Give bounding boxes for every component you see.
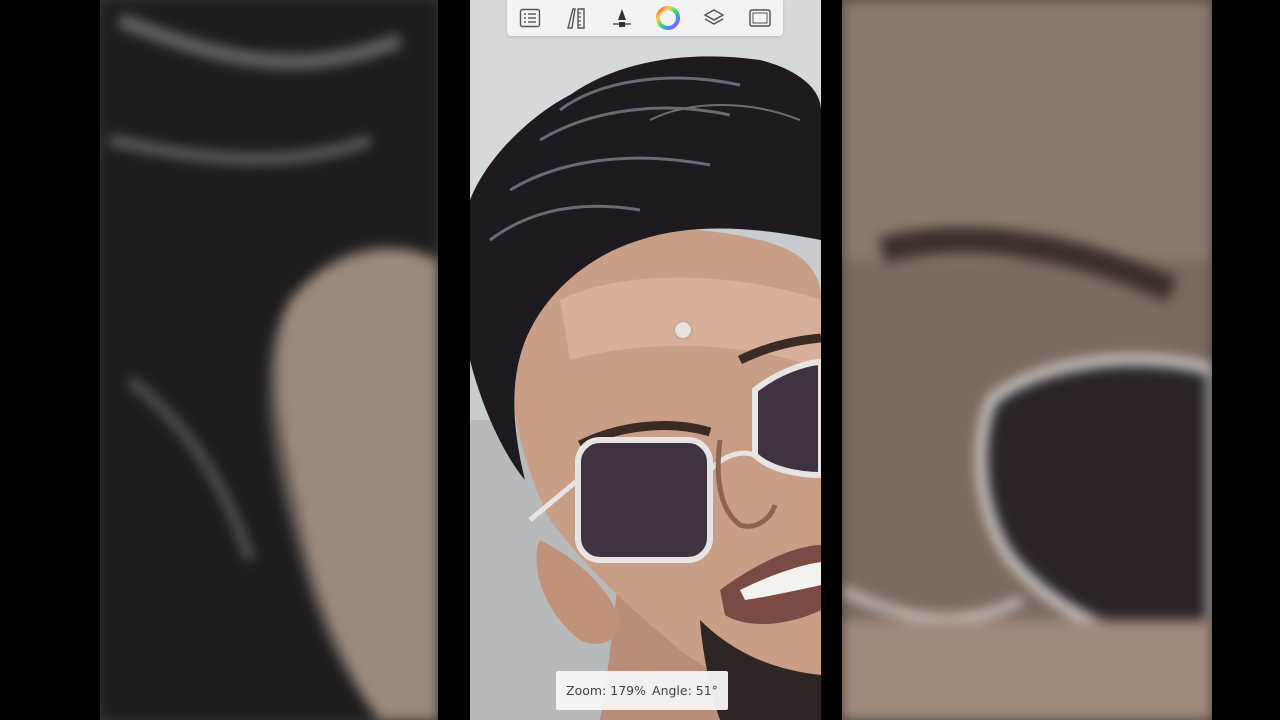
video-frame: Zoom: 179% Angle: 51° xyxy=(0,0,1280,720)
ruler-pen-icon[interactable] xyxy=(562,4,590,32)
canvas-icon[interactable] xyxy=(746,4,774,32)
top-toolbar xyxy=(507,0,783,36)
blurred-backdrop-left xyxy=(100,0,438,720)
angle-readout: Angle: 51° xyxy=(652,683,718,698)
zoom-angle-status: Zoom: 179% Angle: 51° xyxy=(556,671,728,710)
list-icon[interactable] xyxy=(516,4,544,32)
brush-icon[interactable] xyxy=(608,4,636,32)
blurred-backdrop-right xyxy=(842,0,1212,720)
color-wheel-icon[interactable] xyxy=(654,4,682,32)
zoom-readout: Zoom: 179% xyxy=(566,683,647,698)
layers-icon[interactable] xyxy=(700,4,728,32)
portrait-artwork xyxy=(470,0,821,720)
drawing-canvas[interactable] xyxy=(470,0,821,720)
transform-handle[interactable] xyxy=(675,322,691,338)
